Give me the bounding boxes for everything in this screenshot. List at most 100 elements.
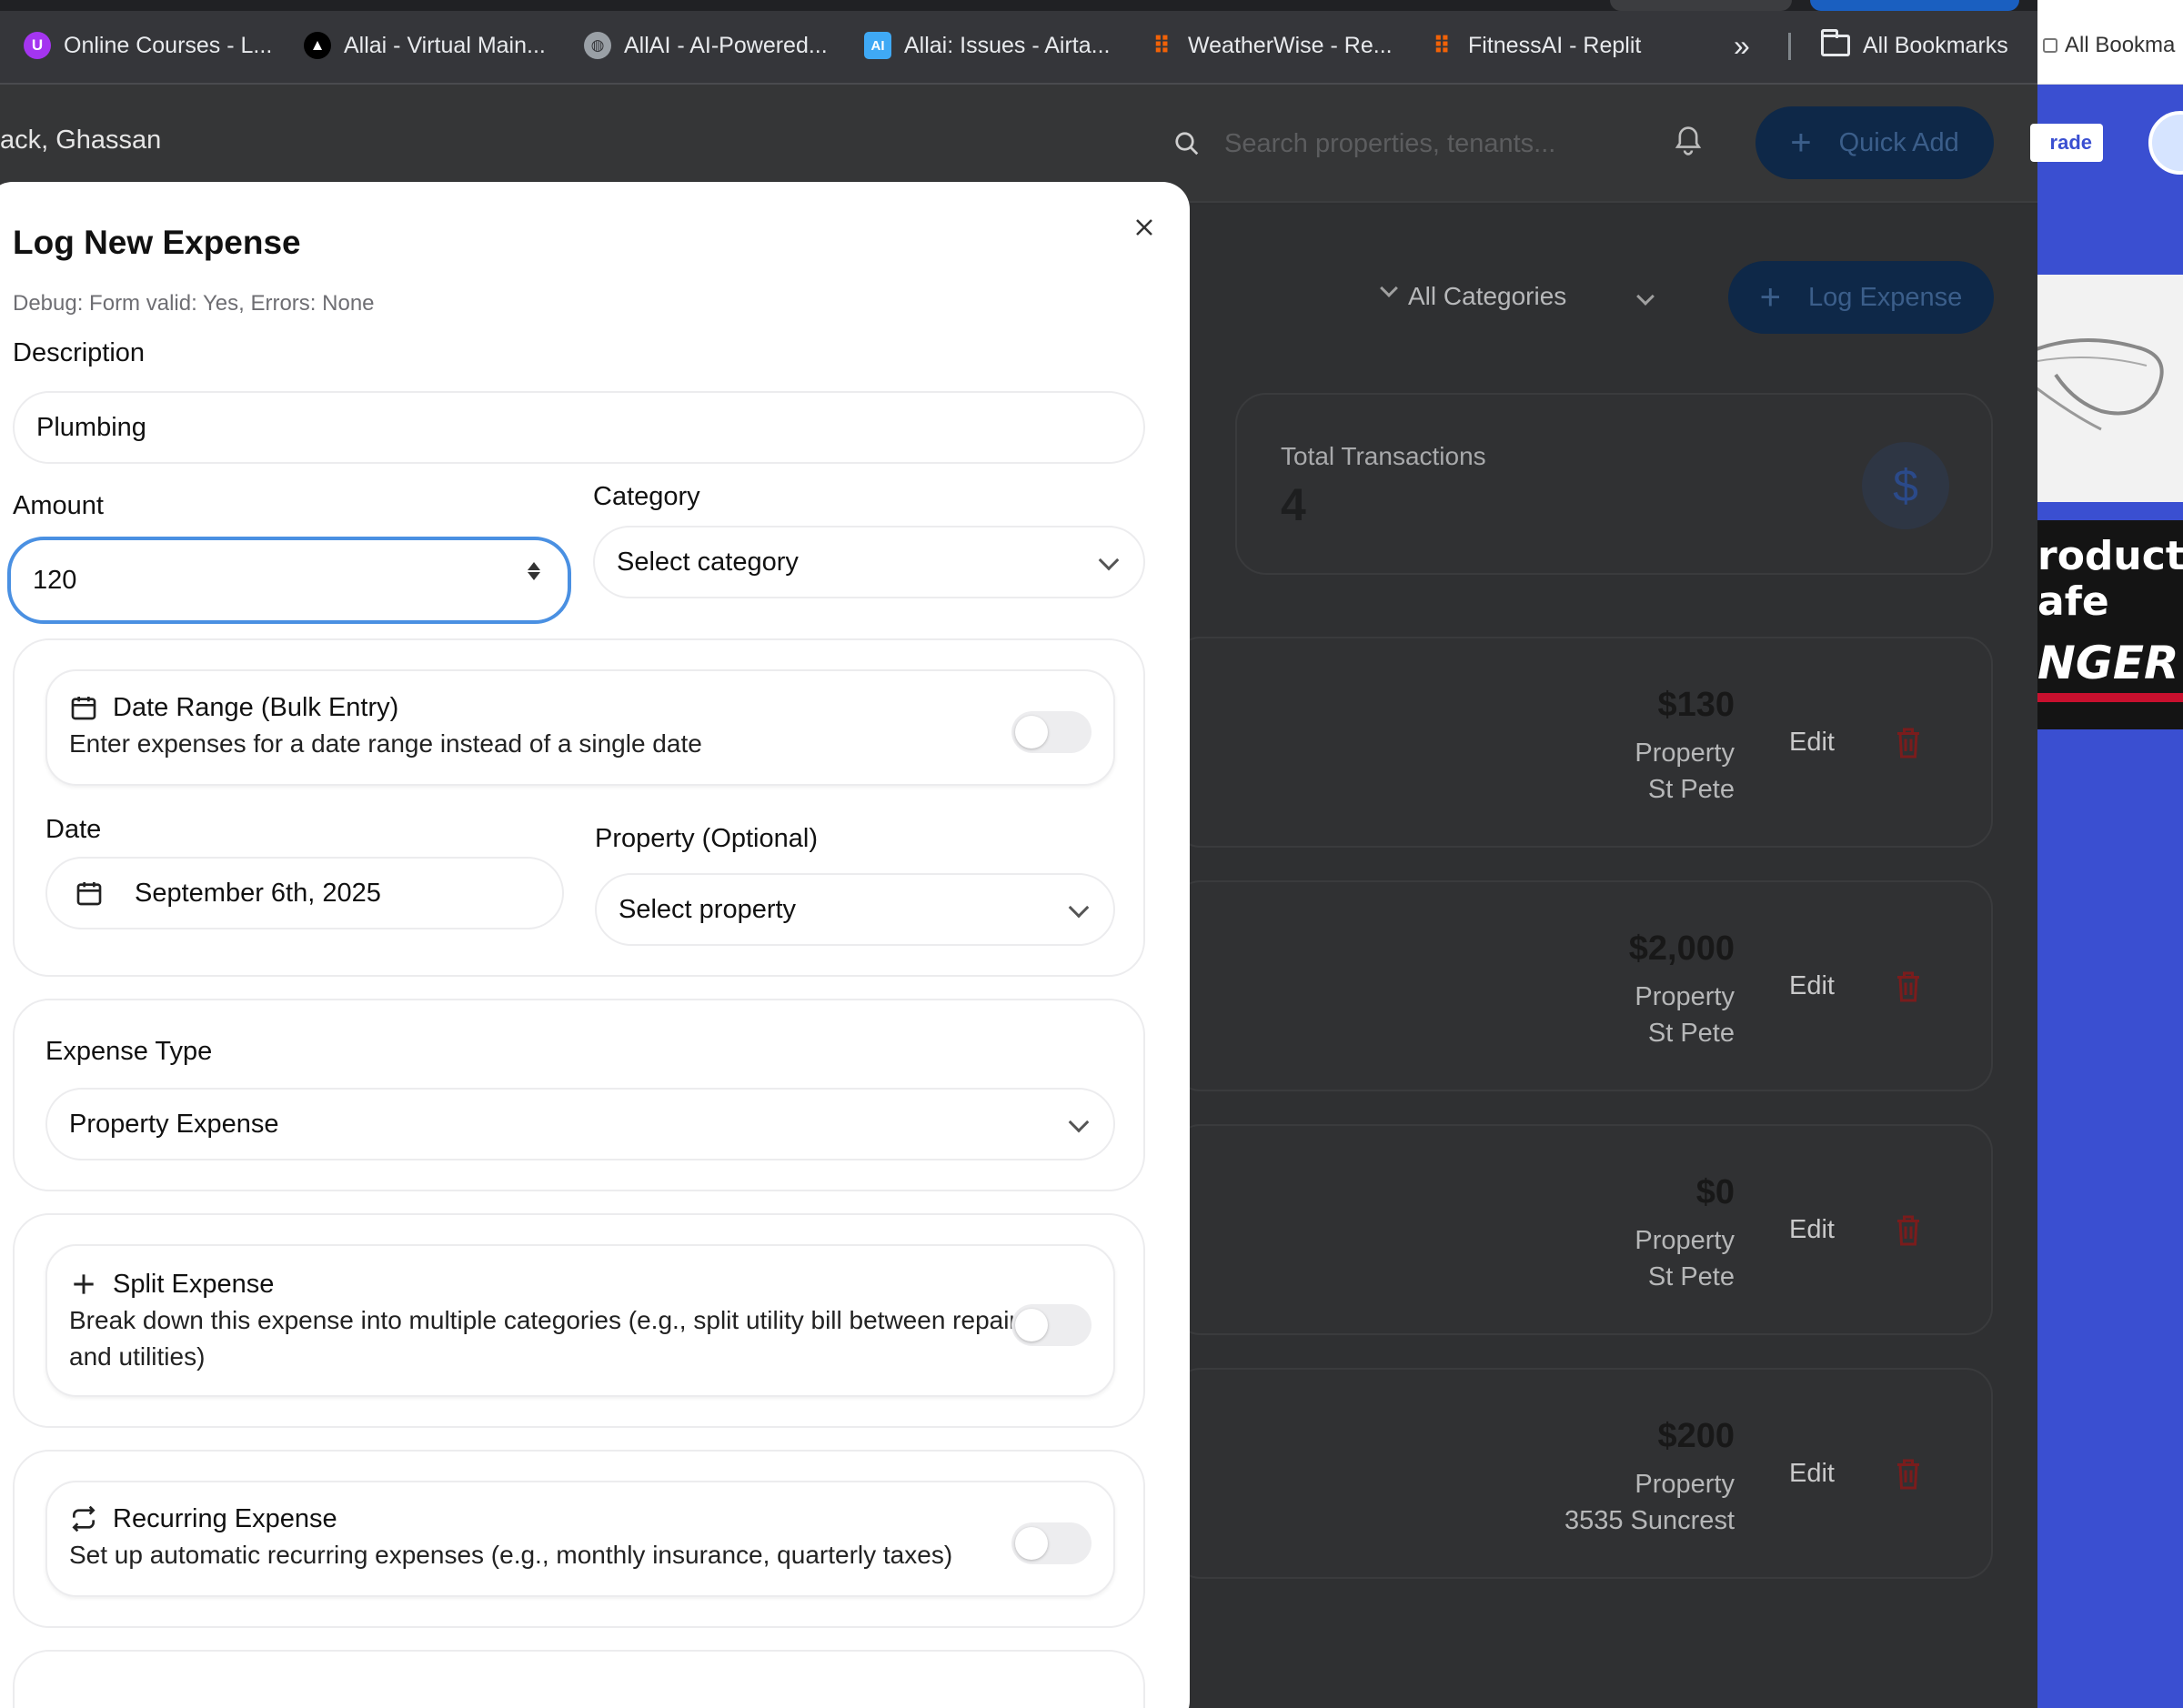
category-select[interactable]: Select category (593, 526, 1145, 598)
expense-property: St Pete (1647, 1019, 1735, 1048)
repeat-icon (72, 1505, 96, 1532)
notification-bell-icon[interactable] (1674, 126, 1703, 164)
log-expense-modal: Log New Expense Debug: Form valid: Yes, … (0, 182, 1190, 1708)
trash-icon[interactable] (1895, 970, 1922, 1004)
safety-glasses-icon (2037, 338, 2164, 431)
replit-icon: ⠿ (1152, 31, 1172, 59)
expense-row[interactable]: $130 Property St Pete Edit (1173, 637, 1993, 848)
bookmark-online-courses[interactable]: U Online Courses - L... (24, 27, 272, 64)
edit-button[interactable]: Edit (1789, 1459, 1835, 1489)
bookmark-allai-virtual[interactable]: ▲ Allai - Virtual Main... (304, 27, 546, 64)
quick-add-button[interactable]: + Quick Add (1755, 106, 1994, 179)
expense-amount: $130 (1657, 686, 1735, 724)
split-expense-description: Break down this expense into multiple ca… (69, 1306, 1031, 1371)
bookmarks-bar: U Online Courses - L... ▲ Allai - Virtua… (0, 0, 2037, 85)
expense-type-select[interactable]: Property Expense (45, 1088, 1115, 1160)
expense-type-section: Expense Type Property Expense (13, 999, 1145, 1191)
expense-property: St Pete (1647, 1262, 1735, 1291)
folder-icon (2043, 38, 2057, 53)
bookmark-weatherwise[interactable]: ⠿ WeatherWise - Re... (1148, 27, 1393, 64)
expense-type: Property (1635, 1470, 1735, 1499)
category-label: Category (593, 482, 700, 511)
edit-button[interactable]: Edit (1789, 728, 1835, 758)
edit-button[interactable]: Edit (1789, 971, 1835, 1001)
bookmarks-divider (1788, 33, 1791, 60)
global-search (1173, 121, 1643, 166)
property-label: Property (Optional) (595, 824, 818, 853)
trash-icon[interactable] (1895, 1457, 1922, 1492)
expense-row[interactable]: $200 Property 3535 Suncrest Edit (1173, 1368, 1993, 1579)
total-transactions-label: Total Transactions (1281, 442, 1486, 470)
chevron-double-right-icon: » (1734, 28, 1750, 62)
date-range-title: Date Range (Bulk Entry) (113, 693, 399, 722)
property-select[interactable]: Select property (595, 873, 1115, 946)
close-icon (1136, 219, 1152, 236)
adjacent-all-bookmarks-label[interactable]: All Bookma (2065, 33, 2175, 58)
brand-ad-banner[interactable]: roducts afe NGER (2037, 520, 2183, 729)
category-filter-dropdown[interactable]: All Categories (1408, 282, 1655, 311)
expense-meta: Property St Pete (1635, 1222, 1735, 1295)
trash-icon[interactable] (1895, 726, 1922, 760)
expense-row[interactable]: $2,000 Property St Pete Edit (1173, 880, 1993, 1091)
expense-meta: Property St Pete (1635, 735, 1735, 808)
adjacent-window-bookmarks-bar: All Bookma (2037, 0, 2183, 85)
date-section: Date Range (Bulk Entry) Enter expenses f… (13, 638, 1145, 977)
triangle-logo-icon: ▲ (304, 32, 331, 59)
debug-text: Debug: Form valid: Yes, Errors: None (13, 291, 375, 316)
browser-tab[interactable] (1610, 0, 1792, 11)
date-label: Date (45, 815, 102, 844)
ad-text: afe (2037, 578, 2109, 625)
folder-icon (1821, 29, 1850, 56)
upgrade-button[interactable]: rade (2030, 124, 2103, 162)
bookmark-label: Allai: Issues - Airta... (904, 32, 1111, 58)
date-picker-button[interactable]: September 6th, 2025 (45, 857, 564, 929)
bookmark-allai-issues[interactable]: AI Allai: Issues - Airta... (864, 27, 1110, 64)
split-expense-section: Split Expense Break down this expense in… (13, 1213, 1145, 1428)
replit-icon: ⠿ (1432, 31, 1452, 59)
amount-label: Amount (13, 491, 104, 520)
description-input[interactable]: Plumbing (13, 391, 1145, 464)
chevron-down-icon (1098, 549, 1120, 571)
additional-section (13, 1650, 1145, 1708)
split-expense-toggle[interactable] (1011, 1304, 1092, 1346)
bookmark-allai-powered[interactable]: ◍ AllAI - AI-Powered... (584, 27, 828, 64)
bookmark-label: FitnessAI - Replit (1468, 32, 1642, 58)
recurring-expense-title: Recurring Expense (113, 1504, 337, 1533)
recurring-expense-description: Set up automatic recurring expenses (e.g… (69, 1541, 953, 1569)
expense-meta: Property St Pete (1635, 979, 1735, 1051)
all-bookmarks-button[interactable]: All Bookmarks (1821, 27, 2008, 64)
date-range-toggle[interactable] (1011, 711, 1092, 753)
tab-strip (0, 0, 2037, 11)
close-button[interactable] (1126, 209, 1162, 246)
safety-glasses-ad-image (2037, 275, 2183, 502)
trash-icon[interactable] (1895, 1213, 1922, 1248)
bookmark-label: AllAI - AI-Powered... (624, 32, 828, 58)
recurring-expense-toggle[interactable] (1011, 1522, 1092, 1564)
date-range-description: Enter expenses for a date range instead … (69, 729, 702, 758)
plus-icon: + (1790, 122, 1812, 163)
bookmarks-overflow-button[interactable]: » (1734, 27, 1750, 64)
browser-tab-active[interactable] (1810, 0, 2019, 11)
amount-input[interactable]: 120 (7, 537, 571, 624)
total-transactions-card: Total Transactions 4 $ (1235, 393, 1993, 575)
total-transactions-value: 4 (1281, 479, 1306, 530)
log-expense-button[interactable]: + Log Expense (1728, 261, 1994, 334)
expense-row[interactable]: $0 Property St Pete Edit (1173, 1124, 1993, 1335)
expense-meta: Property 3535 Suncrest (1564, 1466, 1735, 1539)
chevron-down-icon (1068, 897, 1090, 919)
expense-amount: $200 (1657, 1417, 1735, 1455)
expense-type-label: Expense Type (45, 1037, 213, 1066)
ai-badge-icon: AI (864, 32, 891, 59)
chevron-down-icon (1380, 279, 1398, 297)
plus-icon: + (1759, 276, 1782, 317)
expense-type: Property (1635, 1226, 1735, 1255)
edit-button[interactable]: Edit (1789, 1215, 1835, 1245)
bookmark-fitnessai[interactable]: ⠿ FitnessAI - Replit (1428, 27, 1642, 64)
all-bookmarks-label: All Bookmarks (1863, 32, 2008, 58)
number-stepper-icon[interactable] (528, 562, 540, 580)
globe-icon: ◍ (584, 32, 611, 59)
adjacent-window (2037, 0, 2183, 1708)
filter-dropdown[interactable] (1310, 279, 1398, 297)
expense-property: 3535 Suncrest (1564, 1506, 1735, 1535)
search-input[interactable] (1224, 121, 1643, 166)
